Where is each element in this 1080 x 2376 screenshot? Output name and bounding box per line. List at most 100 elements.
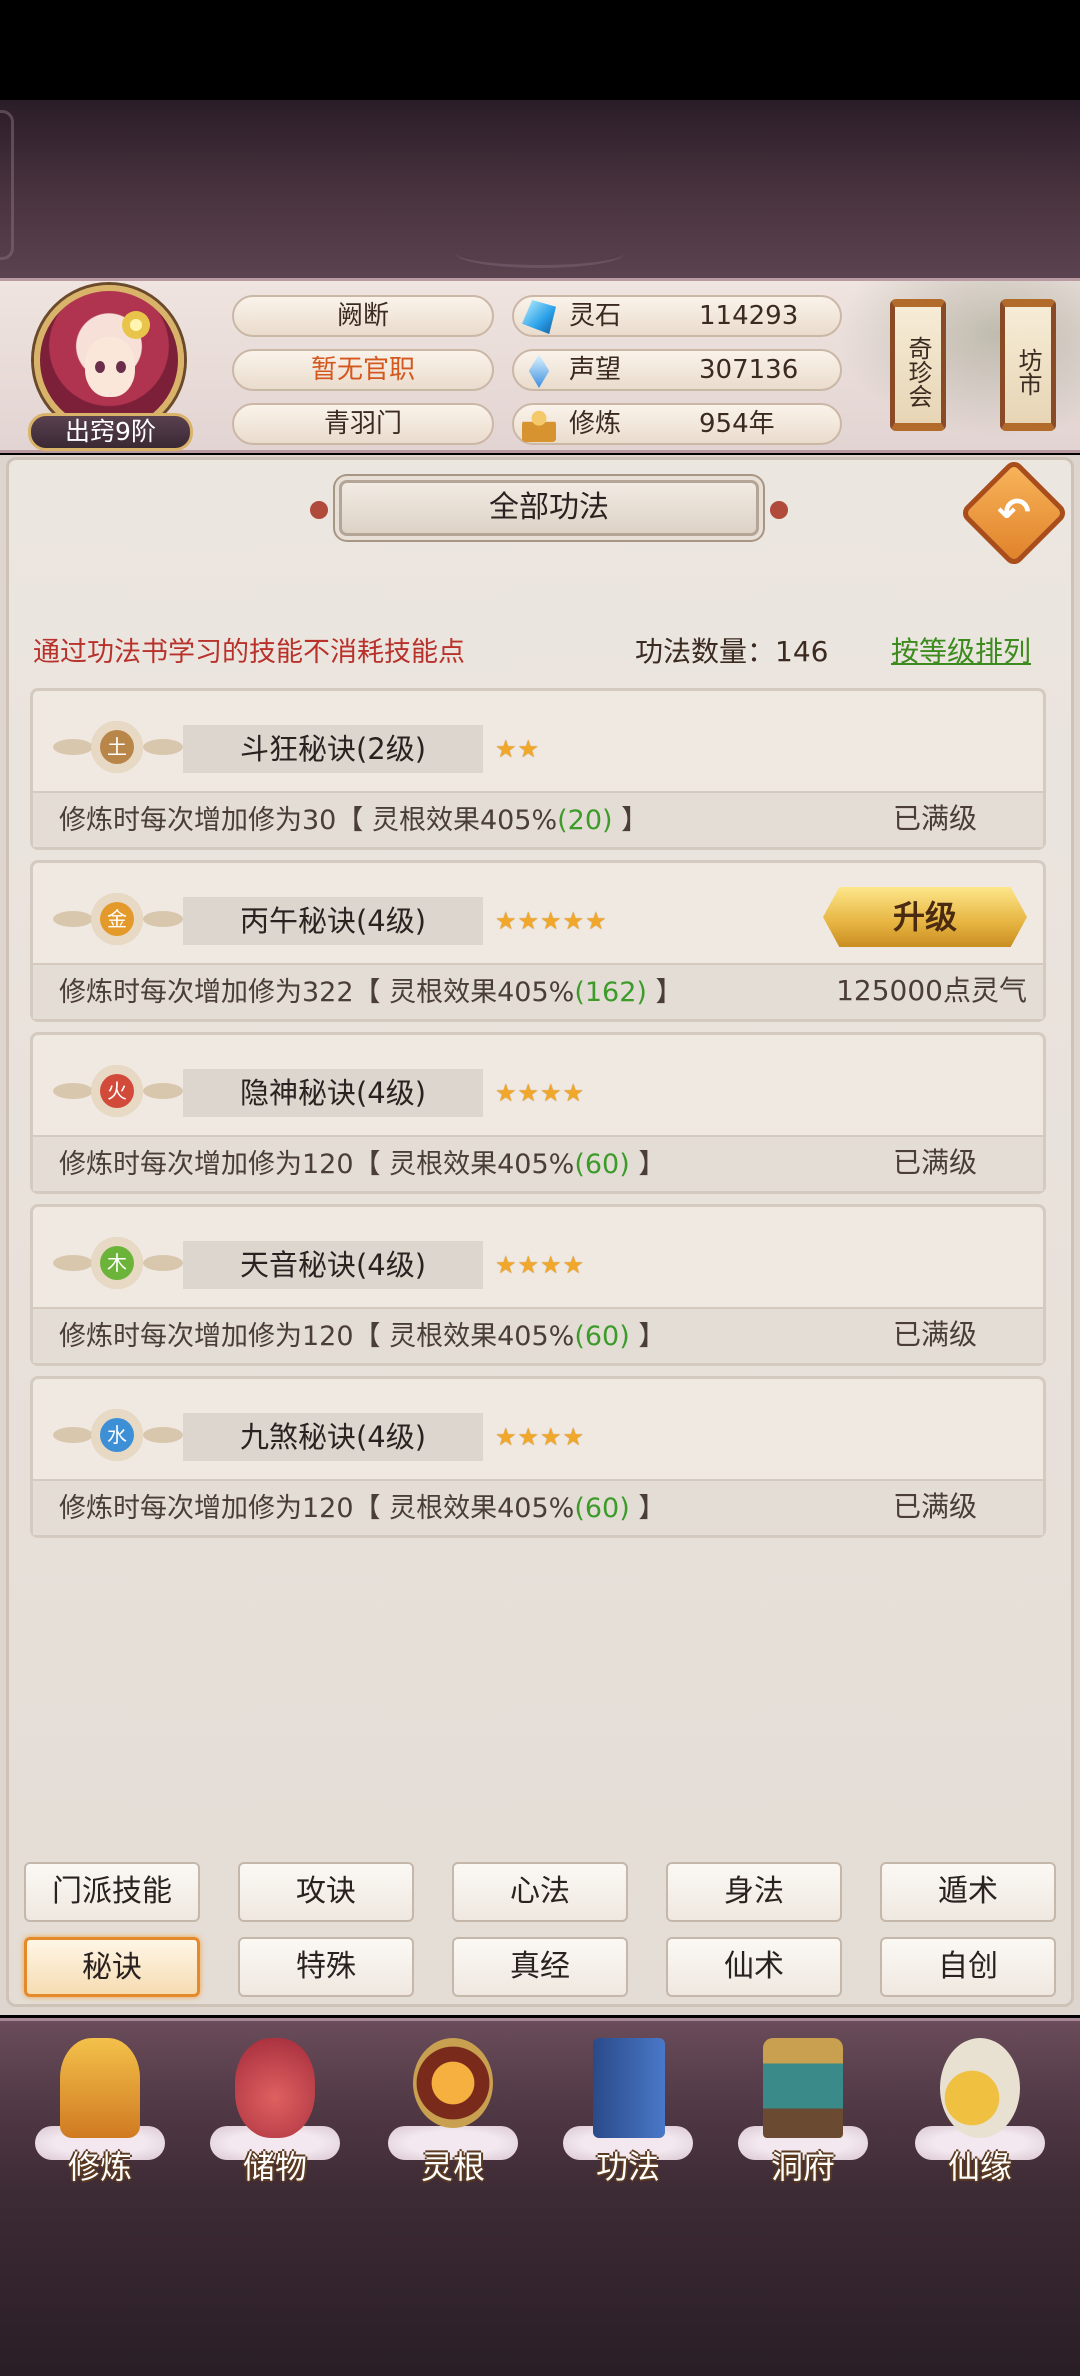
skill-status: 已满级 <box>892 1490 977 1523</box>
nav-label: 储物 <box>242 2148 307 2186</box>
nav-label: 修炼 <box>67 2148 132 2186</box>
skill-card[interactable]: 金 丙午秘诀(4级) ★★★★★ 升级 修炼时每次增加修为322【 灵根效果40… <box>30 860 1046 1022</box>
element-core: 火 <box>100 1074 134 1108</box>
nav-label: 功法 <box>595 2148 660 2186</box>
desc-end: 】 <box>629 1321 666 1352</box>
market-button[interactable]: 坊市 <box>1000 299 1056 431</box>
desc-text: 修炼时每次增加修为120【 灵根效果405% <box>59 1493 575 1524</box>
cave-dwelling-icon <box>763 2038 843 2138</box>
tab-immortal-arts[interactable]: 仙术 <box>666 1937 842 1997</box>
tab-special[interactable]: 特殊 <box>238 1937 414 1997</box>
tab-mind[interactable]: 心法 <box>452 1862 628 1922</box>
element-core: 木 <box>100 1246 134 1280</box>
star-rating: ★★ <box>495 735 541 763</box>
tab-attack[interactable]: 攻诀 <box>238 1862 414 1922</box>
stat-cultivation: 修炼 954年 <box>512 403 842 445</box>
tab-movement[interactable]: 身法 <box>666 1862 842 1922</box>
avatar-eye <box>95 361 105 373</box>
back-arrow-icon: ↶ <box>997 490 1031 536</box>
star-rating: ★★★★ <box>495 1423 586 1451</box>
status-bar <box>0 0 1080 100</box>
sect-name[interactable]: 青羽门 <box>232 403 494 445</box>
stat-spirit-stone: 灵石 114293 <box>512 295 842 337</box>
tab-secret-arts[interactable]: 秘诀 <box>24 1937 200 1997</box>
avatar-eye <box>116 361 126 373</box>
hint-text: 通过功法书学习的技能不消耗技能点 <box>33 637 465 668</box>
desc-text: 修炼时每次增加修为120【 灵根效果405% <box>59 1321 575 1352</box>
star-rating: ★★★★ <box>495 1079 586 1107</box>
wing-decoration <box>143 1083 183 1099</box>
skill-status: 已满级 <box>892 802 977 835</box>
player-name: 阙断 <box>232 295 494 337</box>
desc-end: 】 <box>629 1149 666 1180</box>
spirit-root-icon <box>413 2038 493 2128</box>
nav-immortal-fate[interactable]: 仙缘 <box>905 2030 1055 2190</box>
stat-label: 声望 <box>569 355 622 385</box>
skill-description: 修炼时每次增加修为322【 灵根效果405%(162) 】 <box>59 970 683 1009</box>
side-handle[interactable] <box>0 110 14 260</box>
avatar[interactable]: 出窍9阶 <box>28 285 193 451</box>
storage-bag-icon <box>235 2038 315 2138</box>
wing-decoration <box>53 1083 93 1099</box>
spirit-stone-icon <box>522 300 556 334</box>
tab-self-created[interactable]: 自创 <box>880 1937 1056 1997</box>
tab-escape[interactable]: 遁术 <box>880 1862 1056 1922</box>
wing-decoration <box>53 911 93 927</box>
skill-card[interactable]: 土 斗狂秘诀(2级) ★★ 修炼时每次增加修为30【 灵根效果405%(20) … <box>30 688 1046 850</box>
player-header: 出窍9阶 阙断 暂无官职 青羽门 灵石 114293 声望 307136 修炼 … <box>0 278 1080 456</box>
wing-decoration <box>53 1255 93 1271</box>
bonus-value: (162) <box>574 977 647 1008</box>
skill-name: 隐神秘诀(4级) <box>183 1069 483 1117</box>
element-core: 土 <box>100 730 134 764</box>
skill-description: 修炼时每次增加修为30【 灵根效果405%(20) 】 <box>59 798 648 837</box>
desc-end: 】 <box>629 1493 666 1524</box>
cultivate-monk-icon <box>60 2038 140 2138</box>
official-post[interactable]: 暂无官职 <box>232 349 494 391</box>
sort-by-level-link[interactable]: 按等级排列 <box>891 630 1031 670</box>
nav-storage[interactable]: 储物 <box>200 2030 350 2190</box>
wing-decoration <box>53 739 93 755</box>
stat-label: 灵石 <box>569 301 622 331</box>
bonus-value: (20) <box>557 805 613 836</box>
skill-card[interactable]: 水 九煞秘诀(4级) ★★★★ 修炼时每次增加修为120【 灵根效果405%(6… <box>30 1376 1046 1538</box>
nav-spirit-root[interactable]: 灵根 <box>378 2030 528 2190</box>
nav-cave[interactable]: 洞府 <box>728 2030 878 2190</box>
desc-text: 修炼时每次增加修为322【 灵根效果405% <box>59 977 575 1008</box>
tab-sect-skills[interactable]: 门派技能 <box>24 1862 200 1922</box>
nav-label: 洞府 <box>770 2148 835 2186</box>
stat-value: 307136 <box>699 355 799 385</box>
technique-count: 功法数量：146 <box>635 635 829 668</box>
scene-background <box>0 100 1080 280</box>
rank-badge: 出窍9阶 <box>28 413 193 451</box>
desc-text: 修炼时每次增加修为30【 灵根效果405% <box>59 805 558 836</box>
skill-description: 修炼时每次增加修为120【 灵根效果405%(60) 】 <box>59 1314 665 1353</box>
stat-reputation: 声望 307136 <box>512 349 842 391</box>
stat-value: 114293 <box>699 301 799 331</box>
skill-card[interactable]: 火 隐神秘诀(4级) ★★★★ 修炼时每次增加修为120【 灵根效果405%(6… <box>30 1032 1046 1194</box>
technique-book-icon <box>593 2038 665 2138</box>
hair-flower-icon <box>122 311 150 339</box>
upgrade-button[interactable]: 升级 <box>823 887 1027 947</box>
element-earth-icon: 土 <box>53 715 183 779</box>
ornament <box>455 238 625 268</box>
skill-status: 已满级 <box>892 1318 977 1351</box>
skill-description: 修炼时每次增加修为120【 灵根效果405%(60) 】 <box>59 1142 665 1181</box>
nav-techniques[interactable]: 功法 <box>553 2030 703 2190</box>
element-water-icon: 水 <box>53 1403 183 1467</box>
nav-label: 仙缘 <box>947 2148 1012 2186</box>
skill-description: 修炼时每次增加修为120【 灵根效果405%(60) 】 <box>59 1486 665 1525</box>
wing-decoration <box>143 1255 183 1271</box>
tab-scripture[interactable]: 真经 <box>452 1937 628 1997</box>
wing-decoration <box>53 1427 93 1443</box>
back-button[interactable]: ↶ <box>958 457 1070 569</box>
desc-end: 】 <box>646 977 683 1008</box>
treasure-fair-button[interactable]: 奇珍会 <box>890 299 946 431</box>
element-wood-icon: 木 <box>53 1231 183 1295</box>
skill-card[interactable]: 木 天音秘诀(4级) ★★★★ 修炼时每次增加修为120【 灵根效果405%(6… <box>30 1204 1046 1366</box>
reputation-icon <box>528 354 550 388</box>
nav-cultivate[interactable]: 修炼 <box>25 2030 175 2190</box>
techniques-panel: 全部功法 ↶ 通过功法书学习的技能不消耗技能点 功法数量：146 按等级排列 土… <box>0 455 1080 2015</box>
skill-name: 斗狂秘诀(2级) <box>183 725 483 773</box>
skill-name: 九煞秘诀(4级) <box>183 1413 483 1461</box>
wing-decoration <box>143 739 183 755</box>
